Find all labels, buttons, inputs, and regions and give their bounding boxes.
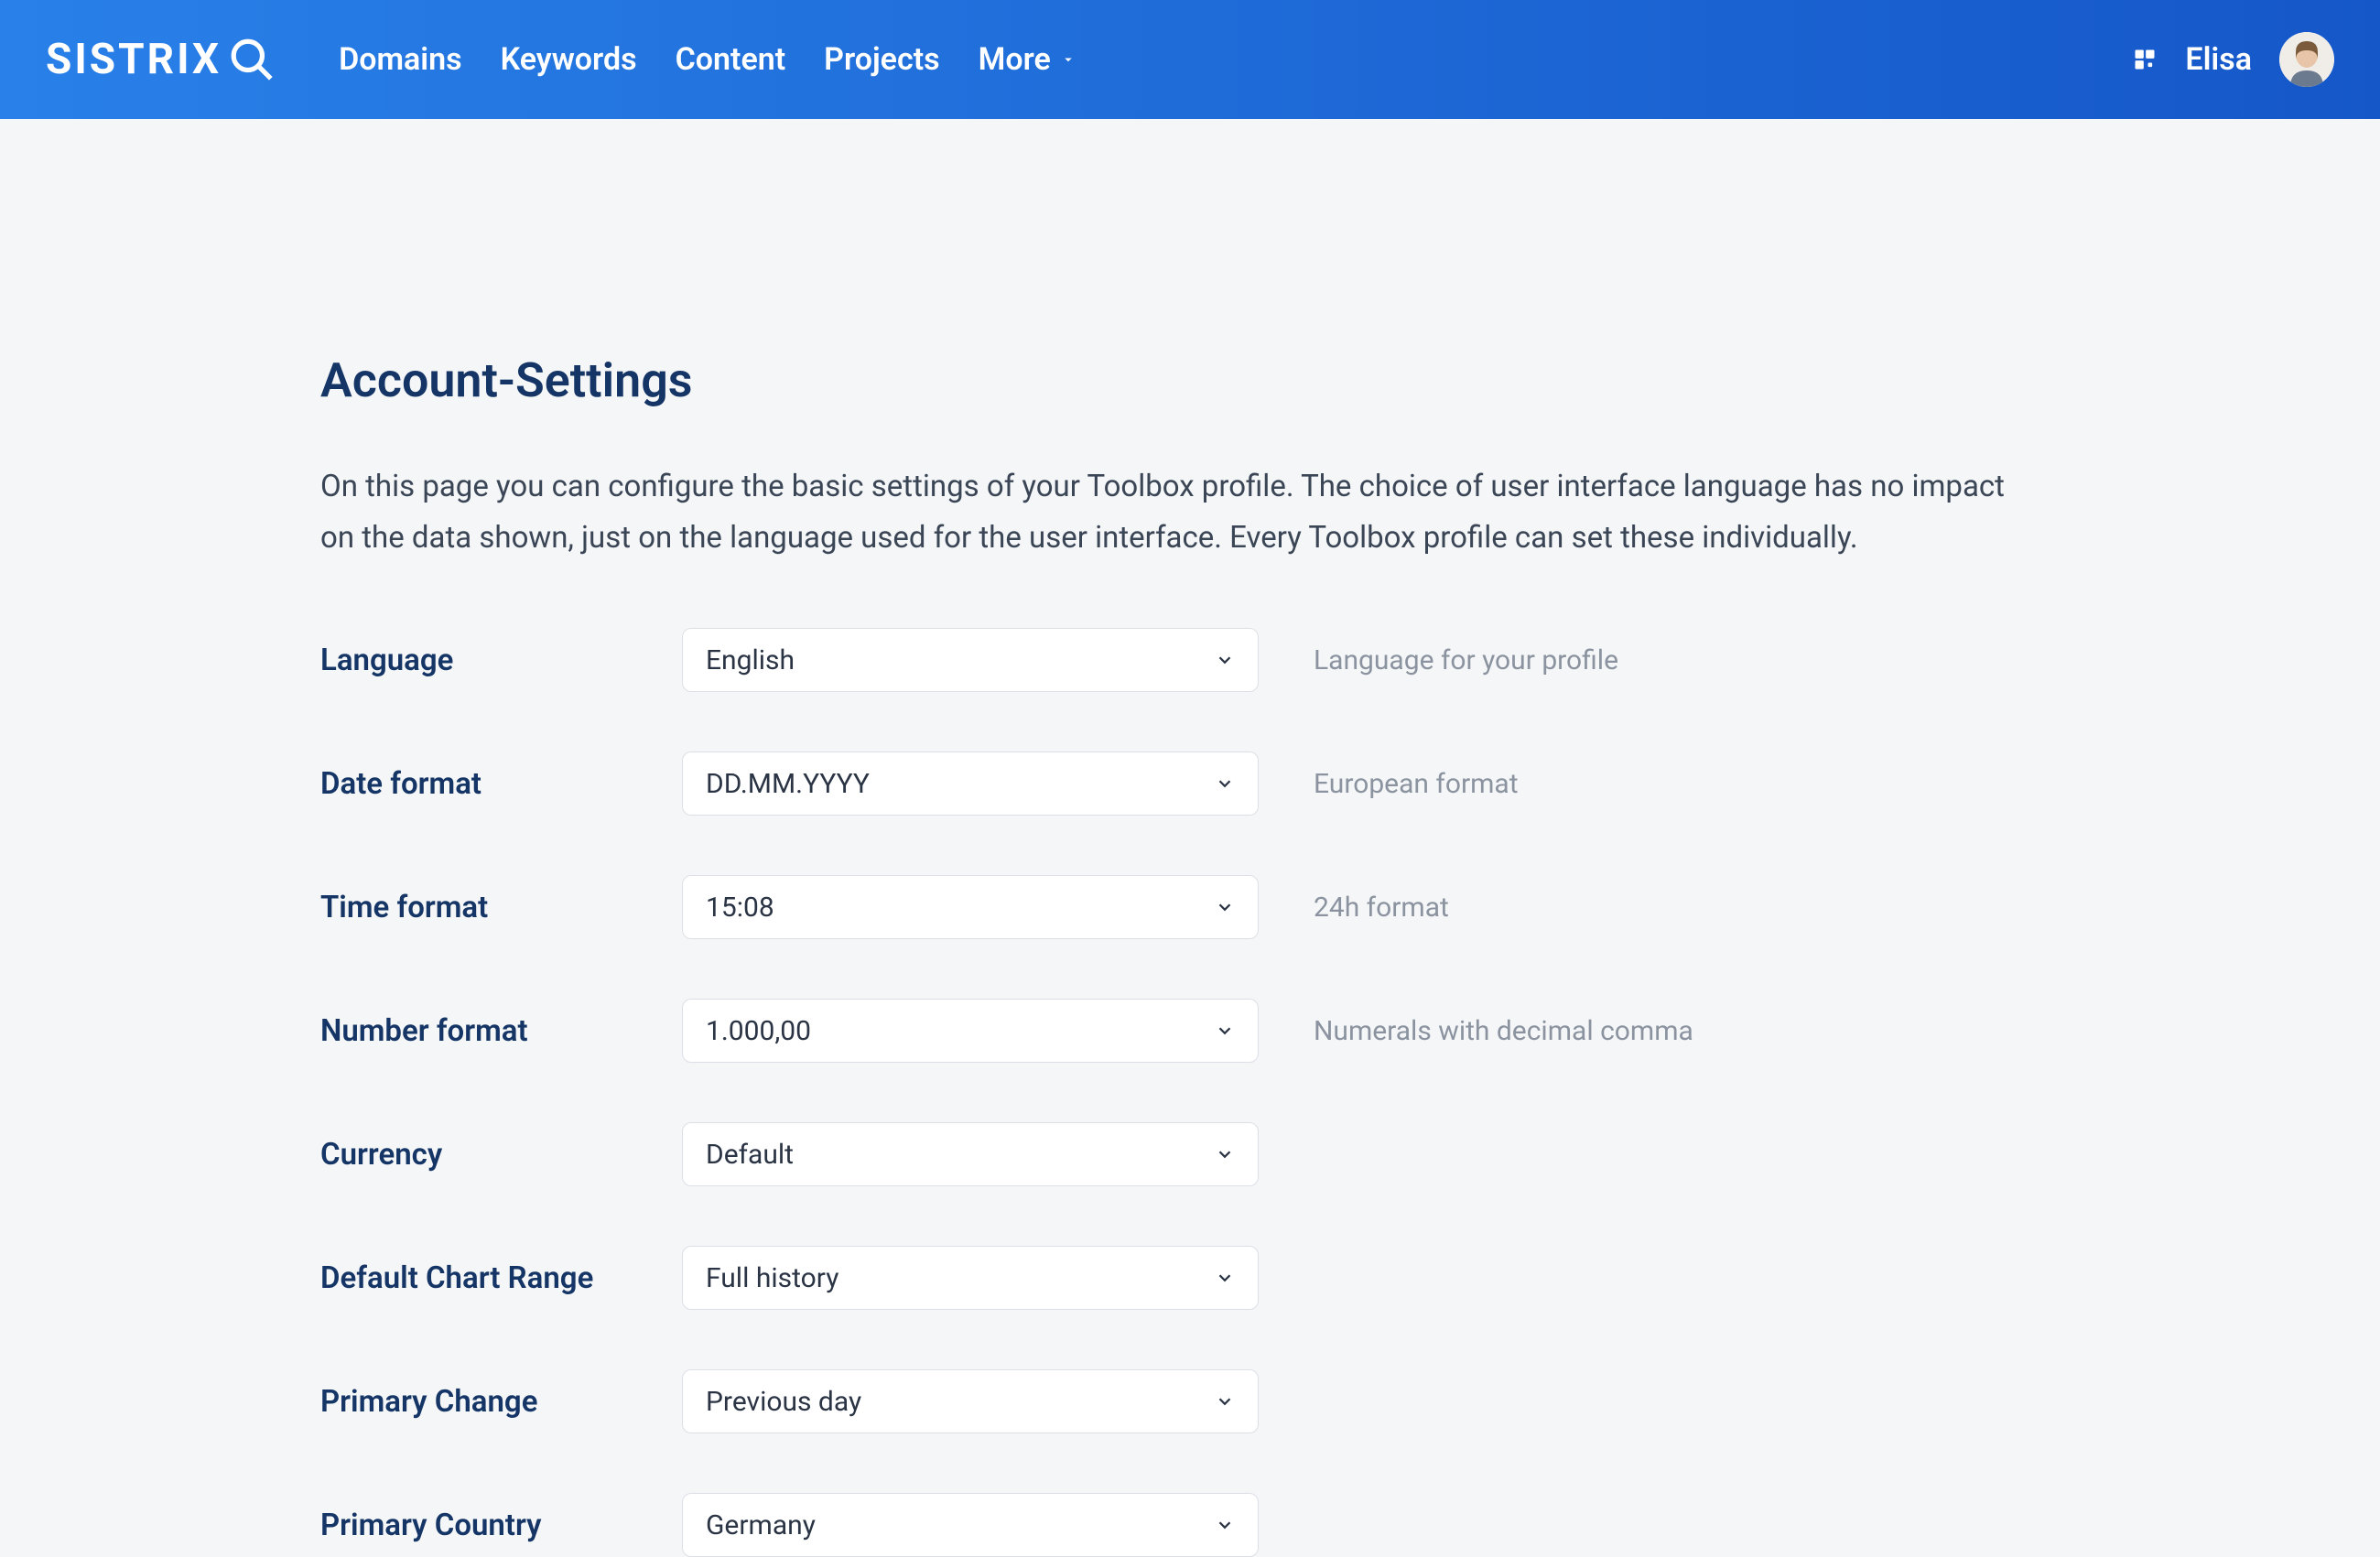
nav-more[interactable]: More xyxy=(979,41,1076,78)
currency-value: Default xyxy=(706,1139,794,1171)
header-left: SISTRIX Domains Keywords Content Project… xyxy=(46,35,1076,84)
date-format-hint: European format xyxy=(1314,768,1519,800)
time-format-label: Time format xyxy=(320,890,682,925)
header: SISTRIX Domains Keywords Content Project… xyxy=(0,0,2380,119)
chevron-down-icon xyxy=(1215,1144,1235,1164)
content: Account-Settings On this page you can co… xyxy=(0,119,2380,1557)
date-format-label: Date format xyxy=(320,766,682,802)
nav-keywords[interactable]: Keywords xyxy=(501,41,637,78)
setting-row-date-format: Date format DD.MM.YYYY European format xyxy=(320,751,2060,816)
nav-domains[interactable]: Domains xyxy=(339,41,462,78)
primary-change-select[interactable]: Previous day xyxy=(682,1369,1259,1433)
number-format-select[interactable]: 1.000,00 xyxy=(682,999,1259,1063)
primary-change-label: Primary Change xyxy=(320,1384,682,1420)
logo-text: SISTRIX xyxy=(46,35,222,84)
language-hint: Language for your profile xyxy=(1314,644,1618,676)
chart-range-value: Full history xyxy=(706,1262,838,1294)
nav-domains-label: Domains xyxy=(339,41,462,78)
date-format-select[interactable]: DD.MM.YYYY xyxy=(682,751,1259,816)
number-format-hint: Numerals with decimal comma xyxy=(1314,1015,1693,1047)
time-format-hint: 24h format xyxy=(1314,892,1449,924)
language-value: English xyxy=(706,644,795,676)
page-description: On this page you can configure the basic… xyxy=(320,461,2046,564)
setting-row-currency: Currency Default xyxy=(320,1122,2060,1186)
setting-row-number-format: Number format 1.000,00 Numerals with dec… xyxy=(320,999,2060,1063)
primary-country-label: Primary Country xyxy=(320,1508,682,1543)
language-select[interactable]: English xyxy=(682,628,1259,692)
nav-content-label: Content xyxy=(676,41,786,78)
setting-row-language: Language English Language for your profi… xyxy=(320,628,2060,692)
language-label: Language xyxy=(320,643,682,678)
avatar-image xyxy=(2279,32,2334,87)
currency-label: Currency xyxy=(320,1137,682,1173)
chevron-down-icon xyxy=(1215,1021,1235,1041)
avatar[interactable] xyxy=(2279,32,2334,87)
search-icon xyxy=(229,37,275,82)
nav-projects[interactable]: Projects xyxy=(824,41,939,78)
chevron-down-icon xyxy=(1215,1391,1235,1411)
chevron-down-icon xyxy=(1215,1268,1235,1288)
primary-country-value: Germany xyxy=(706,1509,816,1541)
chevron-down-icon xyxy=(1215,1515,1235,1535)
chart-range-label: Default Chart Range xyxy=(320,1260,682,1296)
setting-row-primary-change: Primary Change Previous day xyxy=(320,1369,2060,1433)
nav-more-label: More xyxy=(979,41,1051,78)
nav-projects-label: Projects xyxy=(824,41,939,78)
chevron-down-icon xyxy=(1215,650,1235,670)
chevron-down-icon xyxy=(1060,51,1076,68)
number-format-value: 1.000,00 xyxy=(706,1015,811,1047)
logo[interactable]: SISTRIX xyxy=(46,35,275,84)
header-right: Elisa xyxy=(2132,32,2334,87)
chart-range-select[interactable]: Full history xyxy=(682,1246,1259,1310)
currency-select[interactable]: Default xyxy=(682,1122,1259,1186)
primary-change-value: Previous day xyxy=(706,1386,861,1418)
primary-country-select[interactable]: Germany xyxy=(682,1493,1259,1557)
apps-icon[interactable] xyxy=(2132,47,2158,72)
page-title: Account-Settings xyxy=(320,352,2060,408)
date-format-value: DD.MM.YYYY xyxy=(706,768,870,800)
time-format-select[interactable]: 15:08 xyxy=(682,875,1259,939)
chevron-down-icon xyxy=(1215,773,1235,794)
nav-content[interactable]: Content xyxy=(676,41,786,78)
number-format-label: Number format xyxy=(320,1013,682,1049)
nav-keywords-label: Keywords xyxy=(501,41,637,78)
setting-row-time-format: Time format 15:08 24h format xyxy=(320,875,2060,939)
main-nav: Domains Keywords Content Projects More xyxy=(339,41,1076,78)
chevron-down-icon xyxy=(1215,897,1235,917)
setting-row-primary-country: Primary Country Germany xyxy=(320,1493,2060,1557)
setting-row-chart-range: Default Chart Range Full history xyxy=(320,1246,2060,1310)
settings-form: Language English Language for your profi… xyxy=(320,628,2060,1557)
username: Elisa xyxy=(2185,41,2252,78)
time-format-value: 15:08 xyxy=(706,892,774,924)
